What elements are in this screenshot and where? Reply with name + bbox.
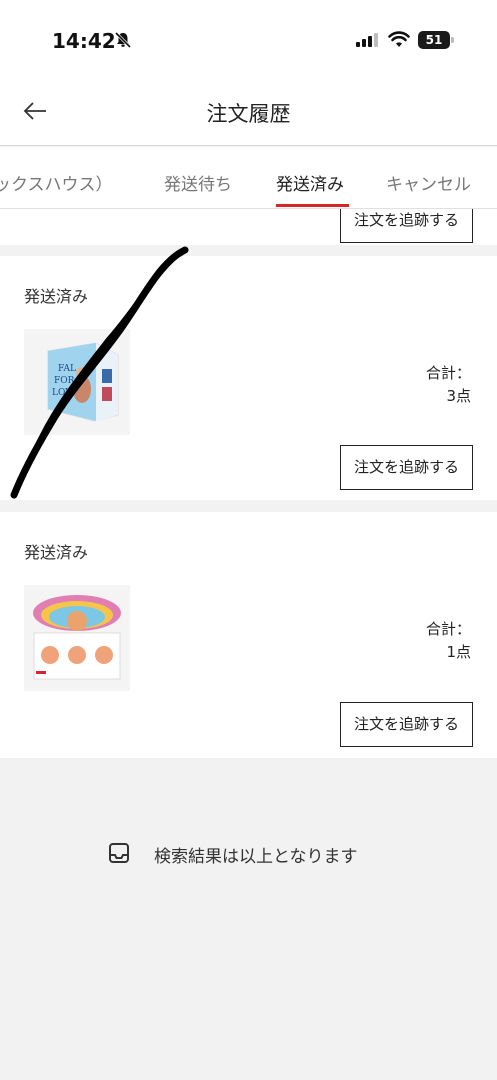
tab-cancelled[interactable]: キャンセル: [386, 170, 471, 195]
tab-awaiting-shipment[interactable]: 発送待ち: [164, 170, 232, 195]
order-status-label: 発送済み: [24, 543, 89, 562]
results-end-area: [0, 758, 497, 1080]
bell-muted-icon: [114, 31, 132, 49]
battery-level: 51: [418, 31, 450, 49]
track-order-button[interactable]: 注文を追跡する: [340, 209, 473, 243]
total-count: 1点: [446, 643, 471, 661]
tab-box-house[interactable]: ックスハウス）: [0, 170, 113, 195]
track-order-button[interactable]: 注文を追跡する: [340, 445, 473, 490]
product-thumbnail[interactable]: FAL FOR LOVE: [24, 329, 130, 435]
tab-shipped[interactable]: 発送済み: [276, 170, 344, 195]
order-status-label: 発送済み: [24, 287, 89, 306]
page-title: 注文履歴: [206, 102, 291, 126]
cellular-signal-icon: [356, 33, 378, 47]
order-card[interactable]: 発送済み FAL FOR LOVE 合計： 3点 注文を追跡する: [0, 256, 497, 500]
end-of-results-message: 検索結果は以上となります: [154, 847, 358, 867]
active-tab-indicator: [276, 204, 349, 207]
product-thumbnail[interactable]: [24, 585, 130, 691]
status-time: 14:42: [52, 29, 116, 53]
order-card-partial: 注文を追跡する: [0, 209, 497, 245]
total-count: 3点: [446, 387, 471, 405]
svg-text:FOR: FOR: [54, 376, 75, 386]
total-label: 合計：: [425, 364, 471, 382]
wifi-icon: [388, 31, 410, 47]
svg-text:FAL: FAL: [58, 364, 76, 374]
order-card[interactable]: 発送済み 合計： 1点 注文を追跡する: [0, 512, 497, 758]
track-order-button[interactable]: 注文を追跡する: [340, 702, 473, 747]
status-bar: 14:42 51: [0, 0, 497, 80]
total-label: 合計：: [425, 620, 471, 638]
inbox-icon: [109, 843, 129, 863]
order-status-tabs: ックスハウス） 発送待ち 発送済み キャンセル: [0, 147, 497, 209]
nav-bar: 注文履歴: [0, 80, 497, 146]
battery-icon: 51: [418, 31, 454, 49]
